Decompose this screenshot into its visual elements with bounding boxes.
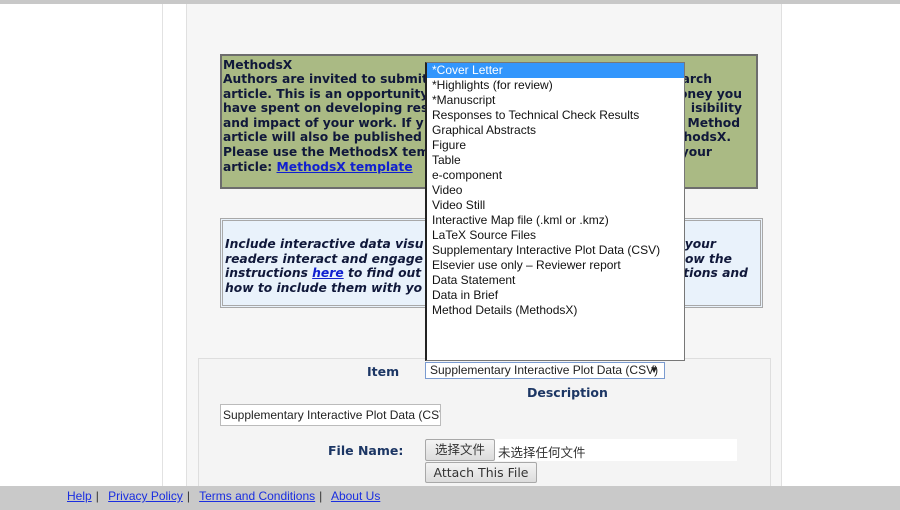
notice-line: article: MethodsX template — [223, 160, 413, 174]
notice-line: have spent on developing res — [223, 101, 429, 115]
methodsx-title: MethodsX — [223, 58, 293, 72]
notice-line-end: your — [684, 237, 716, 251]
dropdown-option[interactable]: Elsevier use only – Reviewer report — [427, 258, 684, 273]
help-link[interactable]: Help — [67, 489, 92, 503]
notice-line: Please use the MethodsX tem — [223, 145, 430, 159]
methodsx-template-link[interactable]: MethodsX template — [277, 160, 413, 174]
notice-line: readers interact and engage — [225, 252, 423, 266]
dropdown-option[interactable]: Responses to Technical Check Results — [427, 108, 684, 123]
dropdown-option[interactable]: Data Statement — [427, 273, 684, 288]
privacy-policy-link[interactable]: Privacy Policy — [108, 489, 183, 503]
dropdown-option[interactable]: Video — [427, 183, 684, 198]
dropdown-option[interactable]: Data in Brief — [427, 288, 684, 303]
dropdown-arrow-icon: ▼ — [649, 365, 659, 376]
dropdown-option[interactable]: Figure — [427, 138, 684, 153]
notice-line-end: hodsX. — [683, 130, 731, 144]
separator: | — [186, 489, 190, 503]
notice-line: instructions here to find out — [225, 266, 421, 280]
notice-line: and impact of your work. If y — [223, 116, 424, 130]
item-select-value: Supplementary Interactive Plot Data (CSV… — [430, 363, 659, 377]
notice-line-end: oney you — [678, 87, 742, 101]
description-input[interactable]: Supplementary Interactive Plot Data (CSV… — [220, 404, 441, 426]
item-dropdown-list[interactable]: *Cover Letter *Highlights (for review) *Ma… — [425, 62, 685, 361]
dropdown-option[interactable]: Table — [427, 153, 684, 168]
dropdown-option[interactable]: Graphical Abstracts — [427, 123, 684, 138]
terms-link[interactable]: Terms and Conditions — [199, 489, 315, 503]
notice-line-end: ow the — [684, 252, 732, 266]
choose-file-button[interactable]: 选择文件 — [425, 439, 495, 461]
notice-line: Authors are invited to submit — [223, 72, 428, 86]
notice-text: article: — [223, 160, 277, 174]
dropdown-option[interactable]: e-component — [427, 168, 684, 183]
notice-line-end: your — [680, 145, 712, 159]
notice-line-end: arch — [681, 72, 712, 86]
notice-text: instructions — [225, 266, 313, 280]
separator: | — [319, 489, 323, 503]
notice-line: article. This is an opportunity — [223, 87, 429, 101]
divider — [162, 4, 163, 486]
notice-line-end: tions and — [683, 266, 748, 280]
attach-file-button[interactable]: Attach This File — [425, 462, 537, 483]
footer: Help | Privacy Policy | Terms and Conditio… — [0, 486, 900, 510]
separator: | — [95, 489, 99, 503]
description-label: Description — [527, 385, 608, 400]
dropdown-option[interactable]: Interactive Map file (.kml or .kmz) — [427, 213, 684, 228]
dropdown-option[interactable]: Method Details (MethodsX) — [427, 303, 684, 318]
dropdown-option[interactable]: Supplementary Interactive Plot Data (CSV… — [427, 243, 684, 258]
notice-line: how to include them with yo — [225, 281, 423, 295]
dropdown-option[interactable]: LaTeX Source Files — [427, 228, 684, 243]
notice-line: article will also be published — [223, 130, 422, 144]
dropdown-option[interactable]: Video Still — [427, 198, 684, 213]
notice-line: Include interactive data visu — [225, 237, 424, 251]
dropdown-option[interactable]: *Manuscript — [427, 93, 684, 108]
notice-text: to find out — [343, 266, 422, 280]
file-name-label: File Name: — [328, 443, 404, 458]
dropdown-option[interactable]: *Highlights (for review) — [427, 78, 684, 93]
notice-line-end: isibility — [690, 101, 742, 115]
no-file-text: 未选择任何文件 — [498, 445, 586, 460]
dropdown-option[interactable]: *Cover Letter — [427, 63, 684, 78]
about-us-link[interactable]: About Us — [331, 489, 380, 503]
item-select[interactable]: Supplementary Interactive Plot Data (CSV… — [425, 362, 665, 379]
instructions-here-link[interactable]: here — [312, 266, 344, 280]
notice-line-end: Method — [687, 116, 740, 130]
item-label: Item — [367, 364, 400, 379]
